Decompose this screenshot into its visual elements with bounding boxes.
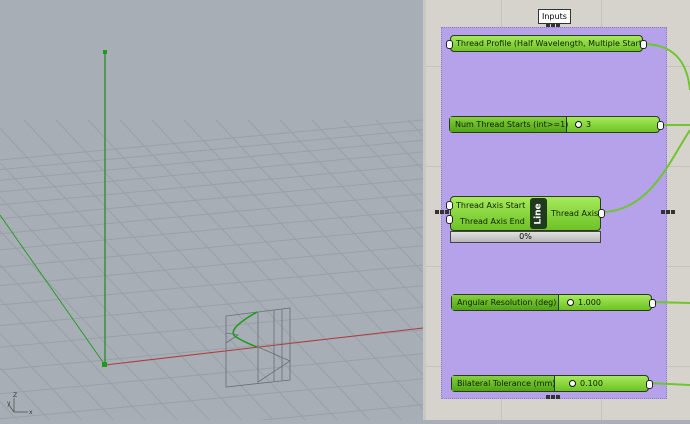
origin-point	[102, 362, 107, 367]
grid-line	[0, 119, 424, 161]
rhino-viewport[interactable]: Z y x	[0, 0, 424, 421]
output-grip[interactable]	[640, 40, 647, 49]
slider-value: 1.000	[578, 298, 601, 307]
slider-knob[interactable]	[569, 380, 576, 387]
viewport-grid: Z y x	[0, 50, 424, 421]
grid-line	[151, 119, 424, 410]
grid-line	[0, 226, 424, 268]
grid-line	[375, 119, 424, 171]
angular-resolution-slider[interactable]: Angular Resolution (deg) 1.000	[451, 294, 652, 311]
grid-line	[87, 119, 370, 421]
grid-line	[0, 264, 424, 306]
group-top-handle[interactable]	[546, 23, 560, 27]
grid-line	[407, 119, 424, 137]
group-left-handle[interactable]	[435, 210, 449, 214]
grid-line	[0, 329, 424, 371]
grid-line	[0, 139, 424, 181]
input-grip[interactable]	[446, 40, 453, 49]
axis-end-point	[103, 50, 107, 54]
slider-value: 0.100	[580, 379, 603, 388]
grid-line	[343, 119, 424, 205]
progress-text: 0%	[519, 232, 532, 241]
group-bottom-handle[interactable]	[546, 395, 560, 399]
input-grip[interactable]	[446, 201, 453, 210]
grid-line	[0, 298, 114, 421]
grid-line	[311, 119, 424, 239]
grid-line	[183, 119, 424, 376]
grid-line	[0, 378, 424, 420]
bilateral-tolerance-slider[interactable]: Bilateral Tolerance (mm) 0.100	[451, 375, 649, 392]
slider-knob[interactable]	[575, 121, 582, 128]
output-grip[interactable]	[598, 209, 605, 218]
group-label: Inputs	[538, 9, 571, 24]
axis-gizmo	[8, 398, 28, 413]
gizmo-z-label: Z	[13, 392, 17, 399]
grid-line	[0, 129, 424, 171]
grid-line	[0, 264, 146, 421]
gizmo-x-label: x	[29, 409, 33, 416]
grid-line	[0, 193, 424, 235]
slider-label: Bilateral Tolerance (mm)	[457, 379, 556, 388]
input-thread-axis-end[interactable]: Thread Axis End	[456, 217, 526, 226]
thread-profile-param[interactable]: Thread Profile (Half Wavelength, Multipl…	[450, 35, 646, 52]
slider-knob[interactable]	[567, 299, 574, 306]
x-axis-line	[104, 327, 424, 366]
group-right-handle[interactable]	[661, 210, 675, 214]
param-label: Thread Profile (Half Wavelength, Multipl…	[456, 39, 646, 48]
slider-label: Angular Resolution (deg)	[457, 298, 557, 307]
output-grip[interactable]	[646, 380, 653, 389]
slider-label: Num Thread Starts (int>=1)	[455, 120, 569, 129]
slider-value: 3	[586, 120, 592, 129]
output-grip[interactable]	[649, 299, 656, 308]
component-name: Line	[533, 202, 544, 225]
output-grip[interactable]	[657, 121, 664, 130]
output-thread-axis[interactable]: Thread Axis	[547, 209, 598, 218]
progress-bar: 0%	[450, 231, 601, 243]
grid-line	[0, 151, 424, 193]
gizmo-y-label: y	[7, 400, 11, 407]
input-grip[interactable]	[446, 215, 453, 224]
num-thread-starts-slider[interactable]: Num Thread Starts (int>=1) 3	[449, 116, 660, 133]
line-component[interactable]: Thread Axis Start Thread Axis End Line T…	[450, 196, 601, 231]
input-thread-axis-start[interactable]: Thread Axis Start	[456, 201, 526, 210]
thread-profile-curve	[232, 311, 258, 348]
